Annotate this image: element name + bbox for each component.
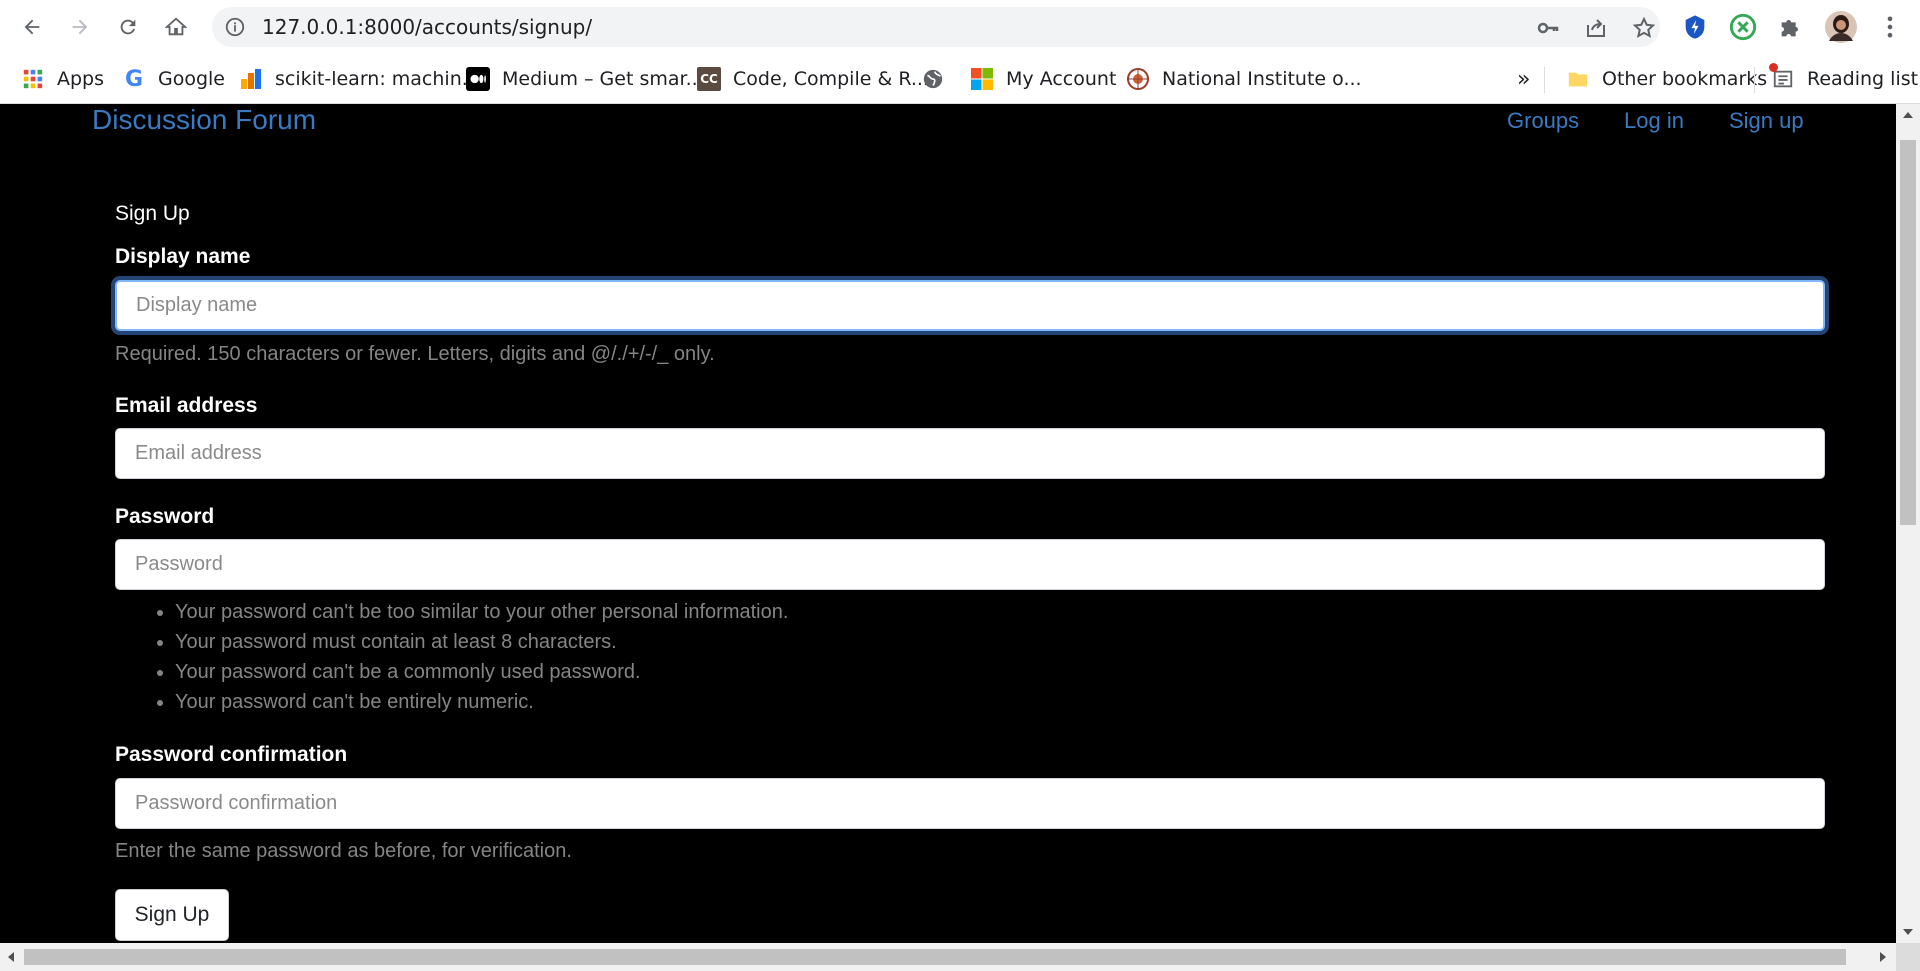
- microsoft-icon: [970, 67, 994, 91]
- globe-icon: [921, 67, 945, 91]
- extension-shield-icon[interactable]: [1681, 13, 1709, 41]
- scroll-down-arrow-icon[interactable]: [1903, 929, 1913, 935]
- other-bookmarks-folder[interactable]: Other bookmarks: [1566, 55, 1767, 103]
- bookmark-label: scikit-learn: machin...: [275, 68, 480, 90]
- other-bookmarks-label: Other bookmarks: [1602, 68, 1768, 90]
- institute-icon: [1126, 67, 1150, 91]
- password-rule: Your password can't be a commonly used p…: [175, 657, 788, 687]
- site-brand-link[interactable]: Discussion Forum: [92, 104, 316, 136]
- bookmark-national-institute[interactable]: National Institute o...: [1126, 55, 1362, 103]
- sign-up-button[interactable]: Sign Up: [115, 889, 229, 941]
- puzzle-icon[interactable]: [1777, 13, 1805, 41]
- horizontal-scrollbar[interactable]: [0, 943, 1896, 971]
- display-name-help: Required. 150 characters or fewer. Lette…: [115, 343, 715, 365]
- chart-icon: [239, 67, 263, 91]
- bookmark-label: Code, Compile & R...: [733, 68, 929, 90]
- bookmark-apps[interactable]: Apps: [21, 55, 104, 103]
- vertical-scroll-thumb[interactable]: [1900, 140, 1916, 525]
- folder-icon: [1566, 67, 1590, 91]
- nav-groups-link[interactable]: Groups: [1507, 108, 1579, 134]
- bookmark-google[interactable]: G Google: [122, 55, 225, 103]
- password-rule: Your password must contain at least 8 ch…: [175, 627, 788, 657]
- email-label: Email address: [115, 394, 258, 417]
- back-button[interactable]: [15, 9, 49, 45]
- bookmark-code-compile[interactable]: CC Code, Compile & R...: [697, 55, 929, 103]
- horizontal-scroll-thumb[interactable]: [24, 949, 1846, 965]
- vertical-scrollbar[interactable]: [1896, 104, 1920, 943]
- scroll-left-arrow-icon[interactable]: [8, 952, 14, 962]
- home-button[interactable]: [159, 9, 193, 45]
- page-content: Discussion Forum Groups Log in Sign up S…: [0, 104, 1896, 943]
- password-confirmation-input[interactable]: [115, 778, 1825, 829]
- browser-toolbar: 127.0.0.1:8000/accounts/signup/: [0, 0, 1920, 55]
- star-icon[interactable]: [1632, 16, 1656, 40]
- kebab-menu-icon[interactable]: [1876, 13, 1904, 41]
- email-input[interactable]: [115, 428, 1825, 479]
- form-title: Sign Up: [115, 202, 190, 225]
- url-text[interactable]: 127.0.0.1:8000/accounts/signup/: [262, 7, 592, 47]
- apps-grid-icon: [21, 67, 45, 91]
- display-name-input[interactable]: [115, 280, 1825, 331]
- medium-icon: [466, 67, 490, 91]
- password-confirmation-help: Enter the same password as before, for v…: [115, 840, 572, 862]
- bookmark-globe[interactable]: [921, 55, 957, 103]
- divider: [1754, 67, 1755, 93]
- bookmarks-overflow-button[interactable]: »: [1517, 55, 1530, 103]
- reload-button[interactable]: [111, 9, 145, 45]
- password-rule: Your password can't be too similar to yo…: [175, 597, 788, 627]
- forward-button[interactable]: [63, 9, 97, 45]
- profile-avatar-icon[interactable]: [1825, 11, 1857, 43]
- bookmark-medium[interactable]: Medium – Get smar...: [466, 55, 704, 103]
- divider: [1544, 67, 1545, 93]
- bookmark-scikit-learn[interactable]: scikit-learn: machin...: [239, 55, 480, 103]
- bookmarks-bar: Apps G Google scikit-learn: machin... Me…: [0, 55, 1920, 104]
- password-label: Password: [115, 505, 215, 528]
- scroll-right-arrow-icon[interactable]: [1880, 952, 1886, 962]
- scrollbar-corner: [1896, 943, 1920, 971]
- password-rules-list: Your password can't be too similar to yo…: [175, 597, 788, 717]
- bookmark-label: Medium – Get smar...: [502, 68, 704, 90]
- home-icon: [165, 17, 187, 36]
- info-icon[interactable]: [224, 16, 246, 38]
- nav-login-link[interactable]: Log in: [1624, 108, 1684, 134]
- display-name-label: Display name: [115, 245, 251, 268]
- bookmark-my-account[interactable]: My Account: [970, 55, 1116, 103]
- notification-dot: [1769, 63, 1778, 72]
- address-bar[interactable]: 127.0.0.1:8000/accounts/signup/: [212, 7, 1660, 47]
- reading-list-button[interactable]: Reading list: [1769, 55, 1919, 103]
- google-icon: G: [124, 66, 144, 92]
- password-rule: Your password can't be entirely numeric.: [175, 687, 788, 717]
- arrow-right-icon: [72, 19, 88, 35]
- bookmark-label: My Account: [1006, 68, 1117, 90]
- share-icon[interactable]: [1584, 16, 1608, 40]
- bookmark-label: Apps: [57, 68, 105, 90]
- reading-list-label: Reading list: [1807, 68, 1919, 90]
- bookmark-label: National Institute o...: [1162, 68, 1362, 90]
- nav-signup-link[interactable]: Sign up: [1729, 108, 1804, 134]
- reload-icon: [120, 19, 136, 35]
- key-icon[interactable]: [1536, 16, 1560, 40]
- password-confirmation-label: Password confirmation: [115, 743, 348, 766]
- password-input[interactable]: [115, 539, 1825, 590]
- bookmark-label: Google: [158, 68, 226, 90]
- arrow-left-icon: [24, 19, 40, 35]
- cc-icon: CC: [697, 67, 721, 91]
- extension-x-icon[interactable]: [1729, 13, 1757, 41]
- reading-list-icon: [1769, 63, 1795, 91]
- scroll-up-arrow-icon[interactable]: [1903, 112, 1913, 118]
